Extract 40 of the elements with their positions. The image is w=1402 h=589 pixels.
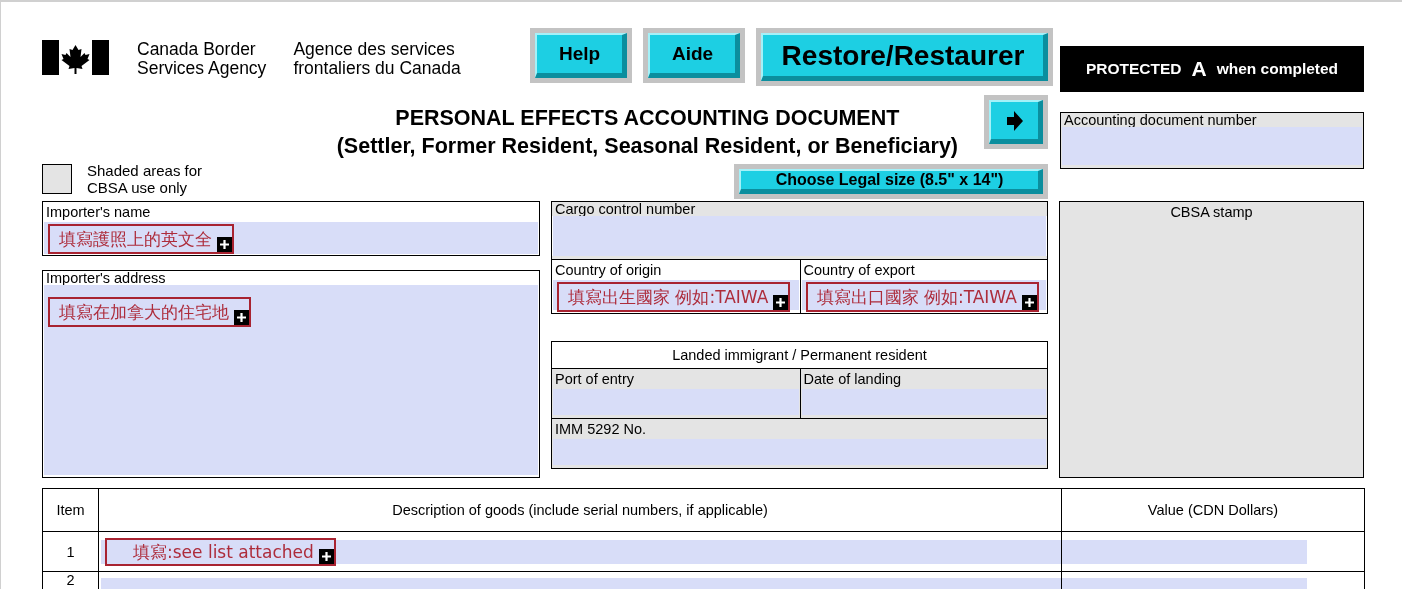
agency-name: Agence des services frontaliers du Canada bbox=[293, 40, 461, 78]
input-field[interactable]: 填寫護照上的英文全 bbox=[44, 222, 538, 254]
protected-badge: PROTECTED A when completed bbox=[1060, 46, 1364, 92]
annotation-text: 填寫在加拿大的住宅地 bbox=[59, 301, 230, 324]
annotation-text: 填寫:see list attached bbox=[133, 540, 315, 564]
column-header: Value (CDN Dollars) bbox=[1061, 488, 1365, 532]
input-field[interactable] bbox=[1062, 127, 1362, 165]
plus-icon[interactable] bbox=[1021, 295, 1037, 310]
column-header: Item bbox=[42, 488, 99, 532]
toolbar-button[interactable]: Help bbox=[530, 28, 632, 83]
input-field[interactable]: 填寫:see list attached bbox=[101, 539, 1061, 564]
flag-logo bbox=[42, 40, 109, 75]
input-field[interactable] bbox=[801, 389, 1046, 415]
input-field[interactable] bbox=[553, 216, 1046, 256]
field-label: Cargo control number bbox=[552, 202, 1047, 216]
table-cell: 1 bbox=[42, 531, 99, 572]
toolbar-button[interactable]: Restore/Restaurer bbox=[756, 28, 1053, 86]
input-field[interactable]: 填寫在加拿大的住宅地 bbox=[44, 285, 538, 475]
legal-size-button[interactable]: Choose Legal size (8.5" x 14") bbox=[734, 164, 1048, 199]
input-field[interactable] bbox=[553, 439, 1046, 465]
plus-icon[interactable] bbox=[773, 295, 789, 310]
plus-icon[interactable] bbox=[217, 237, 232, 252]
plus-icon[interactable] bbox=[318, 548, 334, 564]
input-field[interactable]: 填寫出口國家 例如:TAIWA bbox=[801, 280, 1046, 310]
toolbar-button[interactable]: Aide bbox=[643, 28, 745, 83]
input-field[interactable]: 填寫出生國家 例如:TAIWA bbox=[553, 280, 799, 310]
input-field[interactable] bbox=[1062, 539, 1307, 564]
annotation-text: 填寫出口國家 例如:TAIWA bbox=[816, 286, 1018, 309]
table-cell: 2 bbox=[42, 571, 99, 589]
legend-text: Shaded areas for CBSA use only bbox=[87, 161, 204, 196]
form-title: PERSONAL EFFECTS ACCOUNTING DOCUMENT (Settler, Former Resident, Seasonal Resident, or Beneficiary) bbox=[336, 105, 958, 160]
annotation-text: 填寫護照上的英文全 bbox=[59, 228, 213, 251]
arrow-right-icon bbox=[1006, 110, 1023, 131]
next-page-button[interactable] bbox=[984, 95, 1048, 149]
plus-icon[interactable] bbox=[234, 310, 249, 325]
agency-name: Canada Border Services Agency bbox=[137, 40, 267, 78]
annotation-text: 填寫出生國家 例如:TAIWA bbox=[568, 286, 770, 309]
shaded-swatch bbox=[42, 163, 72, 194]
column-header: Description of goods (include serial numbers, if applicable) bbox=[98, 488, 1062, 532]
input-field[interactable] bbox=[553, 389, 799, 415]
